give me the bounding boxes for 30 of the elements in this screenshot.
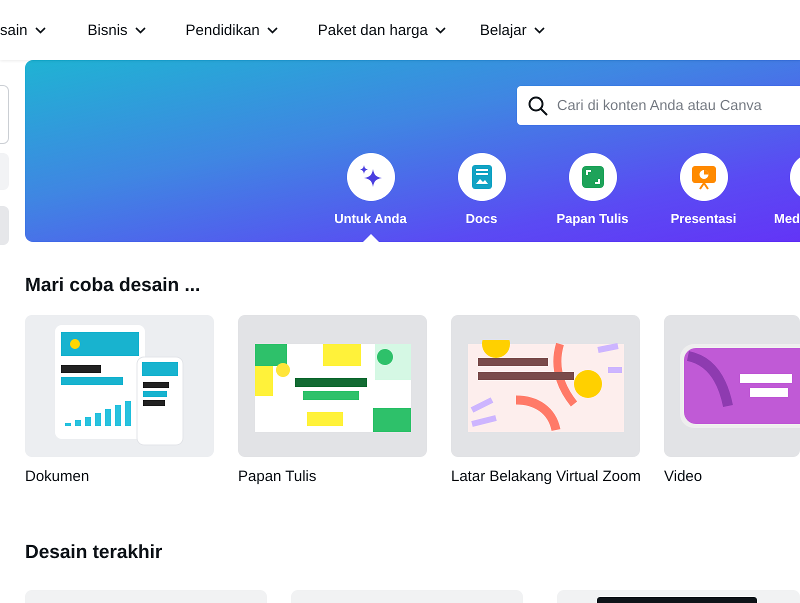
category-tab[interactable]: Med <box>759 153 800 242</box>
chevron-down-icon <box>134 26 146 34</box>
nav-menu-item[interactable]: Paket dan harga <box>314 22 450 38</box>
section-heading: Desain terakhir <box>25 542 164 565</box>
chevron-down-icon <box>266 26 278 34</box>
document-icon <box>470 164 494 190</box>
template-thumbnail[interactable] <box>451 315 640 457</box>
chevron-down-icon <box>434 26 446 34</box>
template-thumbnail[interactable] <box>238 315 427 457</box>
chevron-down-icon <box>34 26 46 34</box>
chevron-down-icon <box>534 26 545 34</box>
template-label[interactable]: Latar Belakang Virtual Zoom <box>451 468 640 485</box>
section-heading: Mari coba desain ... <box>25 275 202 298</box>
template-thumbnail[interactable] <box>25 315 214 457</box>
presentation-icon <box>690 164 716 190</box>
category-tab[interactable]: Papan Tulis <box>537 153 648 242</box>
selection-pointer <box>362 234 378 242</box>
nav-menu-item[interactable]: sain <box>0 22 50 38</box>
nav-menu-item[interactable]: Belajar <box>476 22 549 38</box>
category-tab[interactable]: Untuk Anda <box>315 153 426 242</box>
template-thumbnail[interactable] <box>664 315 800 457</box>
category-tab[interactable]: Docs <box>426 153 537 242</box>
category-tab[interactable]: Presentasi <box>648 153 759 242</box>
nav-menu-item[interactable]: Pendidikan <box>182 22 282 38</box>
template-label[interactable]: Papan Tulis <box>238 468 427 485</box>
whiteboard-icon <box>580 165 604 189</box>
search-field[interactable]: Cari di konten Anda atau Canva <box>517 86 800 125</box>
template-label[interactable]: Video <box>664 468 800 485</box>
nav-menu-item[interactable]: Bisnis <box>84 22 150 38</box>
template-label[interactable]: Dokumen <box>25 468 214 485</box>
